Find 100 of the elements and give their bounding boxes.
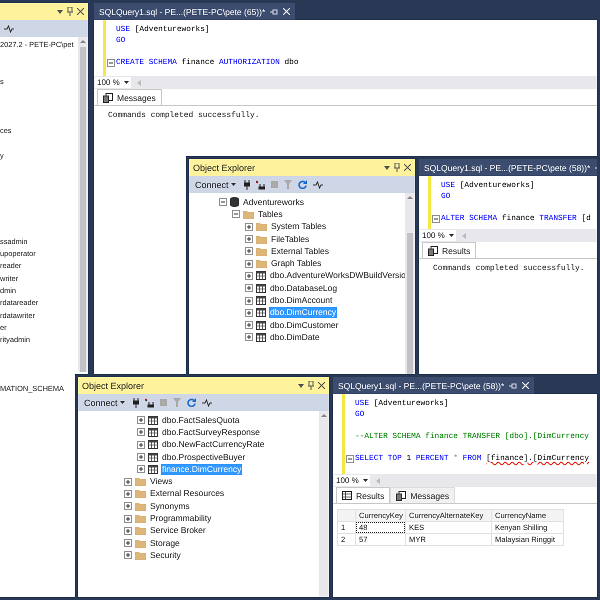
expand-toggle[interactable]: [137, 453, 145, 462]
tree-item[interactable]: dbo.DimDate: [269, 332, 321, 343]
caret-icon: [363, 479, 368, 482]
expand-toggle[interactable]: [245, 222, 253, 231]
tree-item[interactable]: Views: [149, 476, 174, 488]
expand-toggle[interactable]: [124, 526, 132, 535]
tree-item[interactable]: Security: [149, 550, 182, 561]
table-icon: [256, 308, 266, 318]
expand-toggle[interactable]: [124, 539, 132, 548]
tree-item[interactable]: Adventureworks: [242, 196, 305, 208]
tree-item[interactable]: Graph Tables: [270, 258, 322, 270]
zoom-dropdown[interactable]: 100 %: [95, 77, 131, 88]
folder-icon: [256, 234, 267, 244]
scroll-left-icon: [462, 232, 466, 238]
expand-toggle[interactable]: [124, 478, 132, 486]
tree-item[interactable]: dbo.FactSurveyResponse: [161, 426, 261, 438]
expand-toggle[interactable]: [124, 502, 132, 510]
expand-icon: [245, 247, 253, 256]
tree-item[interactable]: dbo.DatabaseLog: [269, 282, 338, 294]
expand-toggle[interactable]: [137, 428, 145, 436]
expand-icon: [245, 296, 253, 305]
expand-toggle[interactable]: [245, 308, 253, 317]
expand-toggle[interactable]: [124, 490, 132, 498]
folder-icon: [135, 538, 146, 548]
caret-icon: [230, 183, 236, 186]
tree-item[interactable]: Programmability: [149, 513, 212, 524]
tree-item[interactable]: dbo.NewFactCurrencyRate: [161, 439, 266, 450]
expand-toggle[interactable]: [137, 465, 145, 474]
document-tab[interactable]: SQLQuery1.sql - PE...(PETE-PC\pete (58))*: [419, 159, 597, 176]
plug-icon: [244, 180, 250, 190]
tree-item[interactable]: External Tables: [270, 246, 330, 257]
zoom-dropdown[interactable]: 100 %: [420, 230, 456, 241]
grid-icon: [342, 491, 352, 500]
caret-icon: [124, 81, 129, 84]
expand-toggle[interactable]: [137, 416, 145, 424]
expand-icon: [245, 333, 253, 342]
expand-toggle[interactable]: [245, 260, 253, 268]
scrollbar[interactable]: [405, 193, 415, 375]
expand-toggle[interactable]: [245, 321, 253, 330]
scroll-up-icon: [407, 193, 413, 201]
results-tab[interactable]: Results: [336, 487, 390, 503]
tree-item[interactable]: dbo.DimCustomer: [269, 320, 340, 331]
panel-title: Object Explorer: [193, 162, 256, 172]
expand-icon: [124, 502, 132, 510]
expand-icon: [124, 478, 132, 486]
collapse-icon: [232, 210, 240, 218]
messages-icon: [103, 92, 113, 102]
expand-icon: [137, 453, 145, 462]
plug-icon: [132, 398, 139, 408]
caret-icon: [120, 401, 125, 404]
results-tab[interactable]: Messages: [97, 89, 162, 105]
document-tab[interactable]: SQLQuery1.sql - PE...(PETE-PC\pete (58))*: [333, 377, 534, 394]
table-icon: [256, 332, 266, 342]
expand-toggle[interactable]: [245, 333, 253, 342]
expand-toggle[interactable]: [245, 272, 253, 280]
expand-toggle[interactable]: [245, 296, 253, 305]
dropdown-icon: [384, 166, 390, 170]
expand-icon: [245, 321, 253, 330]
fold-toggle[interactable]: [107, 59, 115, 67]
expand-toggle[interactable]: [124, 514, 132, 523]
pin-icon: [270, 8, 278, 14]
expand-icon: [137, 465, 145, 474]
tree-item[interactable]: System Tables: [270, 221, 328, 232]
expand-icon: [245, 260, 253, 268]
expand-toggle[interactable]: [124, 551, 132, 560]
disconnect-plug-icon: [144, 398, 154, 408]
expand-toggle[interactable]: [245, 235, 253, 244]
tree-item[interactable]: FileTables: [270, 234, 310, 245]
tree-item[interactable]: dbo.DimAccount: [269, 295, 334, 306]
expand-icon: [124, 551, 132, 560]
connect-button[interactable]: Connect: [193, 180, 238, 190]
folder-icon: [135, 489, 146, 498]
results-tab[interactable]: Results: [422, 242, 476, 258]
tree-item[interactable]: dbo.FactSalesQuota: [161, 414, 240, 426]
document-tab[interactable]: SQLQuery1.sql - PE...(PETE-PC\pete (65))*: [94, 3, 296, 20]
connect-button[interactable]: Connect: [82, 398, 127, 408]
scrollbar[interactable]: [78, 37, 88, 372]
expand-toggle[interactable]: [137, 440, 145, 449]
expand-icon: [245, 222, 253, 231]
tree-item[interactable]: Tables: [257, 208, 284, 220]
messages-icon: [428, 246, 438, 256]
table-icon: [148, 416, 158, 425]
tree-item[interactable]: dbo.AdventureWorksDWBuildVersio: [269, 270, 407, 282]
tree-item[interactable]: Storage: [149, 538, 181, 549]
folder-icon: [256, 222, 267, 232]
scrollbar[interactable]: [319, 411, 329, 597]
collapse-toggle[interactable]: [232, 210, 240, 218]
tree-item[interactable]: Synonyms: [149, 500, 191, 512]
expand-toggle[interactable]: [245, 284, 253, 292]
table-icon: [256, 271, 266, 280]
fold-toggle[interactable]: [346, 455, 354, 463]
dropdown-icon: [298, 384, 304, 388]
collapse-toggle[interactable]: [219, 198, 227, 206]
zoom-dropdown[interactable]: 100 %: [334, 475, 370, 486]
results-tab[interactable]: Messages: [390, 487, 456, 503]
tree-item[interactable]: External Resources: [149, 488, 226, 500]
fold-toggle[interactable]: [432, 215, 440, 223]
expand-toggle[interactable]: [245, 247, 253, 256]
tree-item[interactable]: dbo.ProspectiveBuyer: [161, 452, 246, 463]
tree-item[interactable]: Service Broker: [149, 525, 207, 536]
